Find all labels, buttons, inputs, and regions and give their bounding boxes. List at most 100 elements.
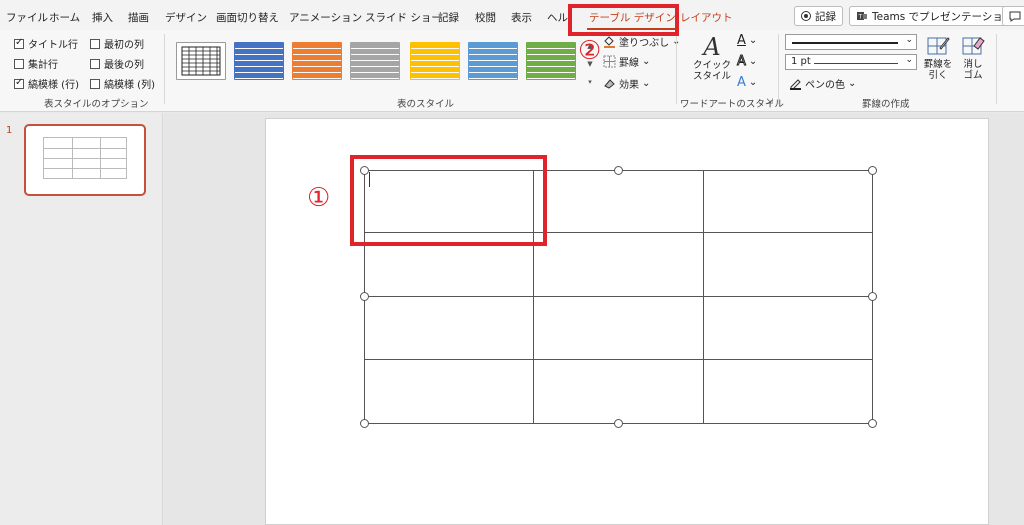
borders-button[interactable]: 罫線 ⌄: [603, 54, 650, 69]
table-style-gray[interactable]: [350, 42, 400, 80]
tab-transitions[interactable]: 画面切り替え: [216, 10, 279, 25]
group-divider: [996, 34, 997, 104]
resize-handle-bottom-left[interactable]: [360, 419, 369, 428]
quick-styles-label-2: スタイル: [692, 71, 731, 82]
text-effects-button[interactable]: A ⌄: [737, 75, 757, 90]
record-icon: [801, 11, 811, 21]
effects-icon: [604, 79, 615, 89]
shading-button[interactable]: 塗りつぶし⌄: [603, 34, 681, 49]
tab-home[interactable]: ホーム: [49, 10, 80, 25]
dialog-launcher-icon[interactable]: ⇲: [766, 97, 773, 106]
text-fill-icon: A: [737, 33, 746, 48]
table-style-lightblue[interactable]: [468, 42, 518, 80]
draw-table-label-2: 引く: [928, 70, 948, 81]
pen-color-button[interactable]: ペンの色 ⌄: [789, 76, 856, 91]
draw-borders-group-label: 罫線の作成: [862, 99, 910, 110]
banded-columns-box-icon: [90, 78, 100, 89]
draw-table-icon: [927, 37, 950, 55]
tab-record[interactable]: 記録: [438, 10, 459, 25]
table-styles-group-label: 表のスタイル: [397, 99, 455, 110]
last-column-checkbox[interactable]: 最後の列: [90, 56, 144, 71]
tab-file[interactable]: ファイル: [6, 10, 48, 25]
annotation-callout-1: ①: [307, 183, 331, 213]
table-styles-gallery: [172, 38, 598, 88]
pen-icon: [790, 79, 801, 90]
eraser-icon: [962, 37, 985, 55]
last-column-box-icon: [90, 58, 100, 69]
first-column-checkbox[interactable]: 最初の列: [90, 36, 144, 51]
quick-styles-label-1: クイック: [692, 60, 731, 71]
table-style-blue[interactable]: [234, 42, 284, 80]
teams-icon: T: [857, 12, 867, 21]
tab-table-layout[interactable]: レイアウト: [680, 10, 733, 25]
pen-style-dropdown[interactable]: ⌄: [785, 34, 917, 50]
table-column-line: [703, 170, 704, 424]
text-outline-button[interactable]: A ⌄: [737, 54, 758, 70]
borders-icon: [603, 55, 616, 68]
tab-draw[interactable]: 描画: [128, 10, 149, 25]
total-row-checkbox[interactable]: 集計行: [14, 56, 58, 71]
quick-styles-button[interactable]: A クイック スタイル: [692, 34, 732, 82]
menu-bar: ファイル ホーム 挿入 描画 デザイン 画面切り替え アニメーション スライド …: [0, 0, 1024, 30]
thumbnail-table: [43, 137, 127, 179]
banded-rows-check-icon: [14, 77, 24, 89]
text-fill-button[interactable]: A ⌄: [737, 33, 757, 48]
tab-review[interactable]: 校閲: [475, 10, 496, 25]
table-style-plain[interactable]: [176, 42, 226, 80]
total-row-box-icon: [14, 58, 24, 69]
resize-handle-top[interactable]: [614, 166, 623, 175]
teams-button-label: Teams でプレゼンテーション: [872, 10, 1014, 23]
chevron-down-icon: ⌄: [748, 35, 758, 46]
paint-bucket-icon: [604, 36, 615, 48]
resize-handle-bottom[interactable]: [614, 419, 623, 428]
borders-label: 罫線: [619, 58, 639, 69]
table-style-options-group-label: 表スタイルのオプション: [44, 99, 149, 110]
comments-button[interactable]: [1002, 6, 1024, 26]
annotation-callout-2: ②: [578, 36, 602, 66]
tab-design[interactable]: デザイン: [165, 10, 207, 25]
slides-pane: 1: [0, 113, 163, 525]
tab-insert[interactable]: 挿入: [92, 10, 113, 25]
pen-weight-dropdown[interactable]: 1 pt ⌄: [785, 54, 917, 70]
record-button[interactable]: 記録: [794, 6, 843, 26]
pen-weight-value: 1 pt: [791, 56, 811, 67]
draw-table-button[interactable]: 罫線を 引く: [922, 34, 954, 81]
table-style-orange[interactable]: [292, 42, 342, 80]
tab-view[interactable]: 表示: [511, 10, 532, 25]
resize-handle-bottom-right[interactable]: [868, 419, 877, 428]
text-outline-icon: A: [737, 54, 747, 70]
resize-handle-left[interactable]: [360, 292, 369, 301]
table-style-green[interactable]: [526, 42, 576, 80]
resize-handle-right[interactable]: [868, 292, 877, 301]
tab-slideshow[interactable]: スライド ショー: [365, 10, 442, 25]
table-grid-icon: [181, 46, 221, 76]
eraser-button[interactable]: 消し ゴム: [958, 34, 988, 81]
teams-present-button[interactable]: T Teams でプレゼンテーション: [849, 6, 1021, 26]
svg-text:T: T: [858, 14, 863, 21]
pen-color-label: ペンの色: [805, 80, 845, 91]
slide-thumbnail[interactable]: [24, 124, 146, 196]
chevron-down-icon: ⌄: [905, 35, 913, 45]
banded-columns-label: 縞模様 (列): [104, 80, 155, 91]
first-column-box-icon: [90, 38, 100, 49]
comment-icon: [1009, 11, 1021, 22]
resize-handle-top-right[interactable]: [868, 166, 877, 175]
gallery-more-icon[interactable]: ▾: [588, 78, 592, 86]
header-row-check-icon: [14, 37, 24, 49]
banded-rows-label: 縞模様 (行): [28, 80, 79, 91]
group-divider: [676, 34, 677, 104]
tab-animations[interactable]: アニメーション: [289, 10, 362, 25]
effects-label: 効果: [619, 80, 639, 91]
banded-columns-checkbox[interactable]: 縞模様 (列): [90, 76, 155, 91]
annotation-box-table-cell: [350, 155, 547, 246]
group-divider: [778, 34, 779, 104]
tab-help[interactable]: ヘル: [547, 10, 568, 25]
eraser-label-1: 消し: [963, 59, 983, 70]
header-row-checkbox[interactable]: タイトル行: [14, 36, 78, 51]
total-row-label: 集計行: [28, 60, 58, 71]
table-style-gold[interactable]: [410, 42, 460, 80]
effects-button[interactable]: 効果 ⌄: [603, 76, 650, 91]
chevron-down-icon: ⌄: [905, 55, 913, 65]
banded-rows-checkbox[interactable]: 縞模様 (行): [14, 76, 79, 91]
chevron-down-icon: ⌄: [748, 56, 758, 67]
